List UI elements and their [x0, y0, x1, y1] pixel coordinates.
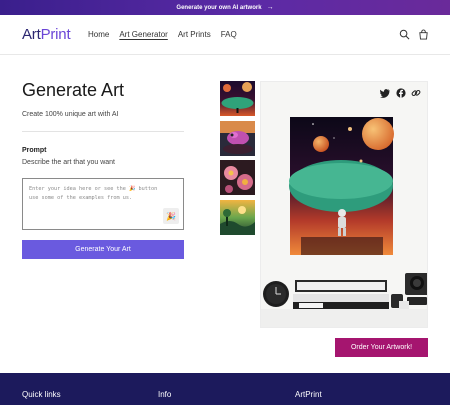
nav-faq[interactable]: FAQ — [221, 30, 237, 39]
prompt-textarea[interactable]: Enter your idea here or see the 🎉 button… — [22, 178, 184, 230]
random-prompt-button[interactable]: 🎉 — [163, 208, 179, 224]
generate-art-button[interactable]: Generate Your Art — [22, 240, 184, 259]
announcement-bar[interactable]: Generate your own AI artwork → — [0, 0, 450, 15]
generate-art-label: Generate Your Art — [75, 246, 131, 253]
prompt-label: Prompt — [22, 147, 47, 154]
arrow-right-icon: → — [266, 4, 274, 11]
logo-part-print: Print — [40, 26, 71, 43]
footer-heading-info: Info — [158, 390, 172, 399]
cart-icon[interactable] — [418, 29, 429, 40]
prompt-placeholder: Enter your idea here or see the 🎉 button… — [29, 186, 158, 201]
order-artwork-label: Order Your Artwork! — [350, 344, 413, 351]
example-thumbnail-flowers[interactable] — [220, 160, 255, 195]
footer-heading-artprint: ArtPrint — [295, 390, 322, 399]
nav-home[interactable]: Home — [88, 30, 109, 39]
facebook-icon[interactable] — [396, 88, 406, 98]
logo-part-art: Art — [22, 26, 41, 43]
main-nav: Home Art Generator Art Prints FAQ — [88, 30, 237, 39]
site-footer: Quick links Info ArtPrint — [0, 373, 450, 405]
search-icon[interactable] — [399, 29, 410, 40]
link-icon[interactable] — [411, 88, 421, 98]
party-popper-icon: 🎉 — [166, 211, 176, 221]
footer-heading-quick-links: Quick links — [22, 390, 61, 399]
artwork-preview — [260, 81, 428, 328]
nav-art-generator[interactable]: Art Generator — [119, 30, 167, 39]
order-artwork-button[interactable]: Order Your Artwork! — [335, 338, 428, 357]
example-thumbnail-planets[interactable] — [220, 81, 255, 116]
nav-art-prints[interactable]: Art Prints — [178, 30, 211, 39]
example-thumbnail-landscape[interactable] — [220, 200, 255, 235]
page-title: Generate Art — [22, 80, 125, 100]
room-mockup-image — [261, 82, 427, 327]
page-subtitle: Create 100% unique art with AI — [22, 111, 119, 118]
prompt-description: Describe the art that you want — [22, 159, 115, 166]
announcement-text: Generate your own AI artwork — [176, 4, 262, 11]
logo[interactable]: ArtPrint — [22, 26, 71, 43]
example-thumbnail-frog[interactable] — [220, 121, 255, 156]
divider — [22, 131, 184, 132]
site-header: ArtPrint Home Art Generator Art Prints F… — [0, 15, 450, 55]
twitter-icon[interactable] — [380, 88, 390, 98]
